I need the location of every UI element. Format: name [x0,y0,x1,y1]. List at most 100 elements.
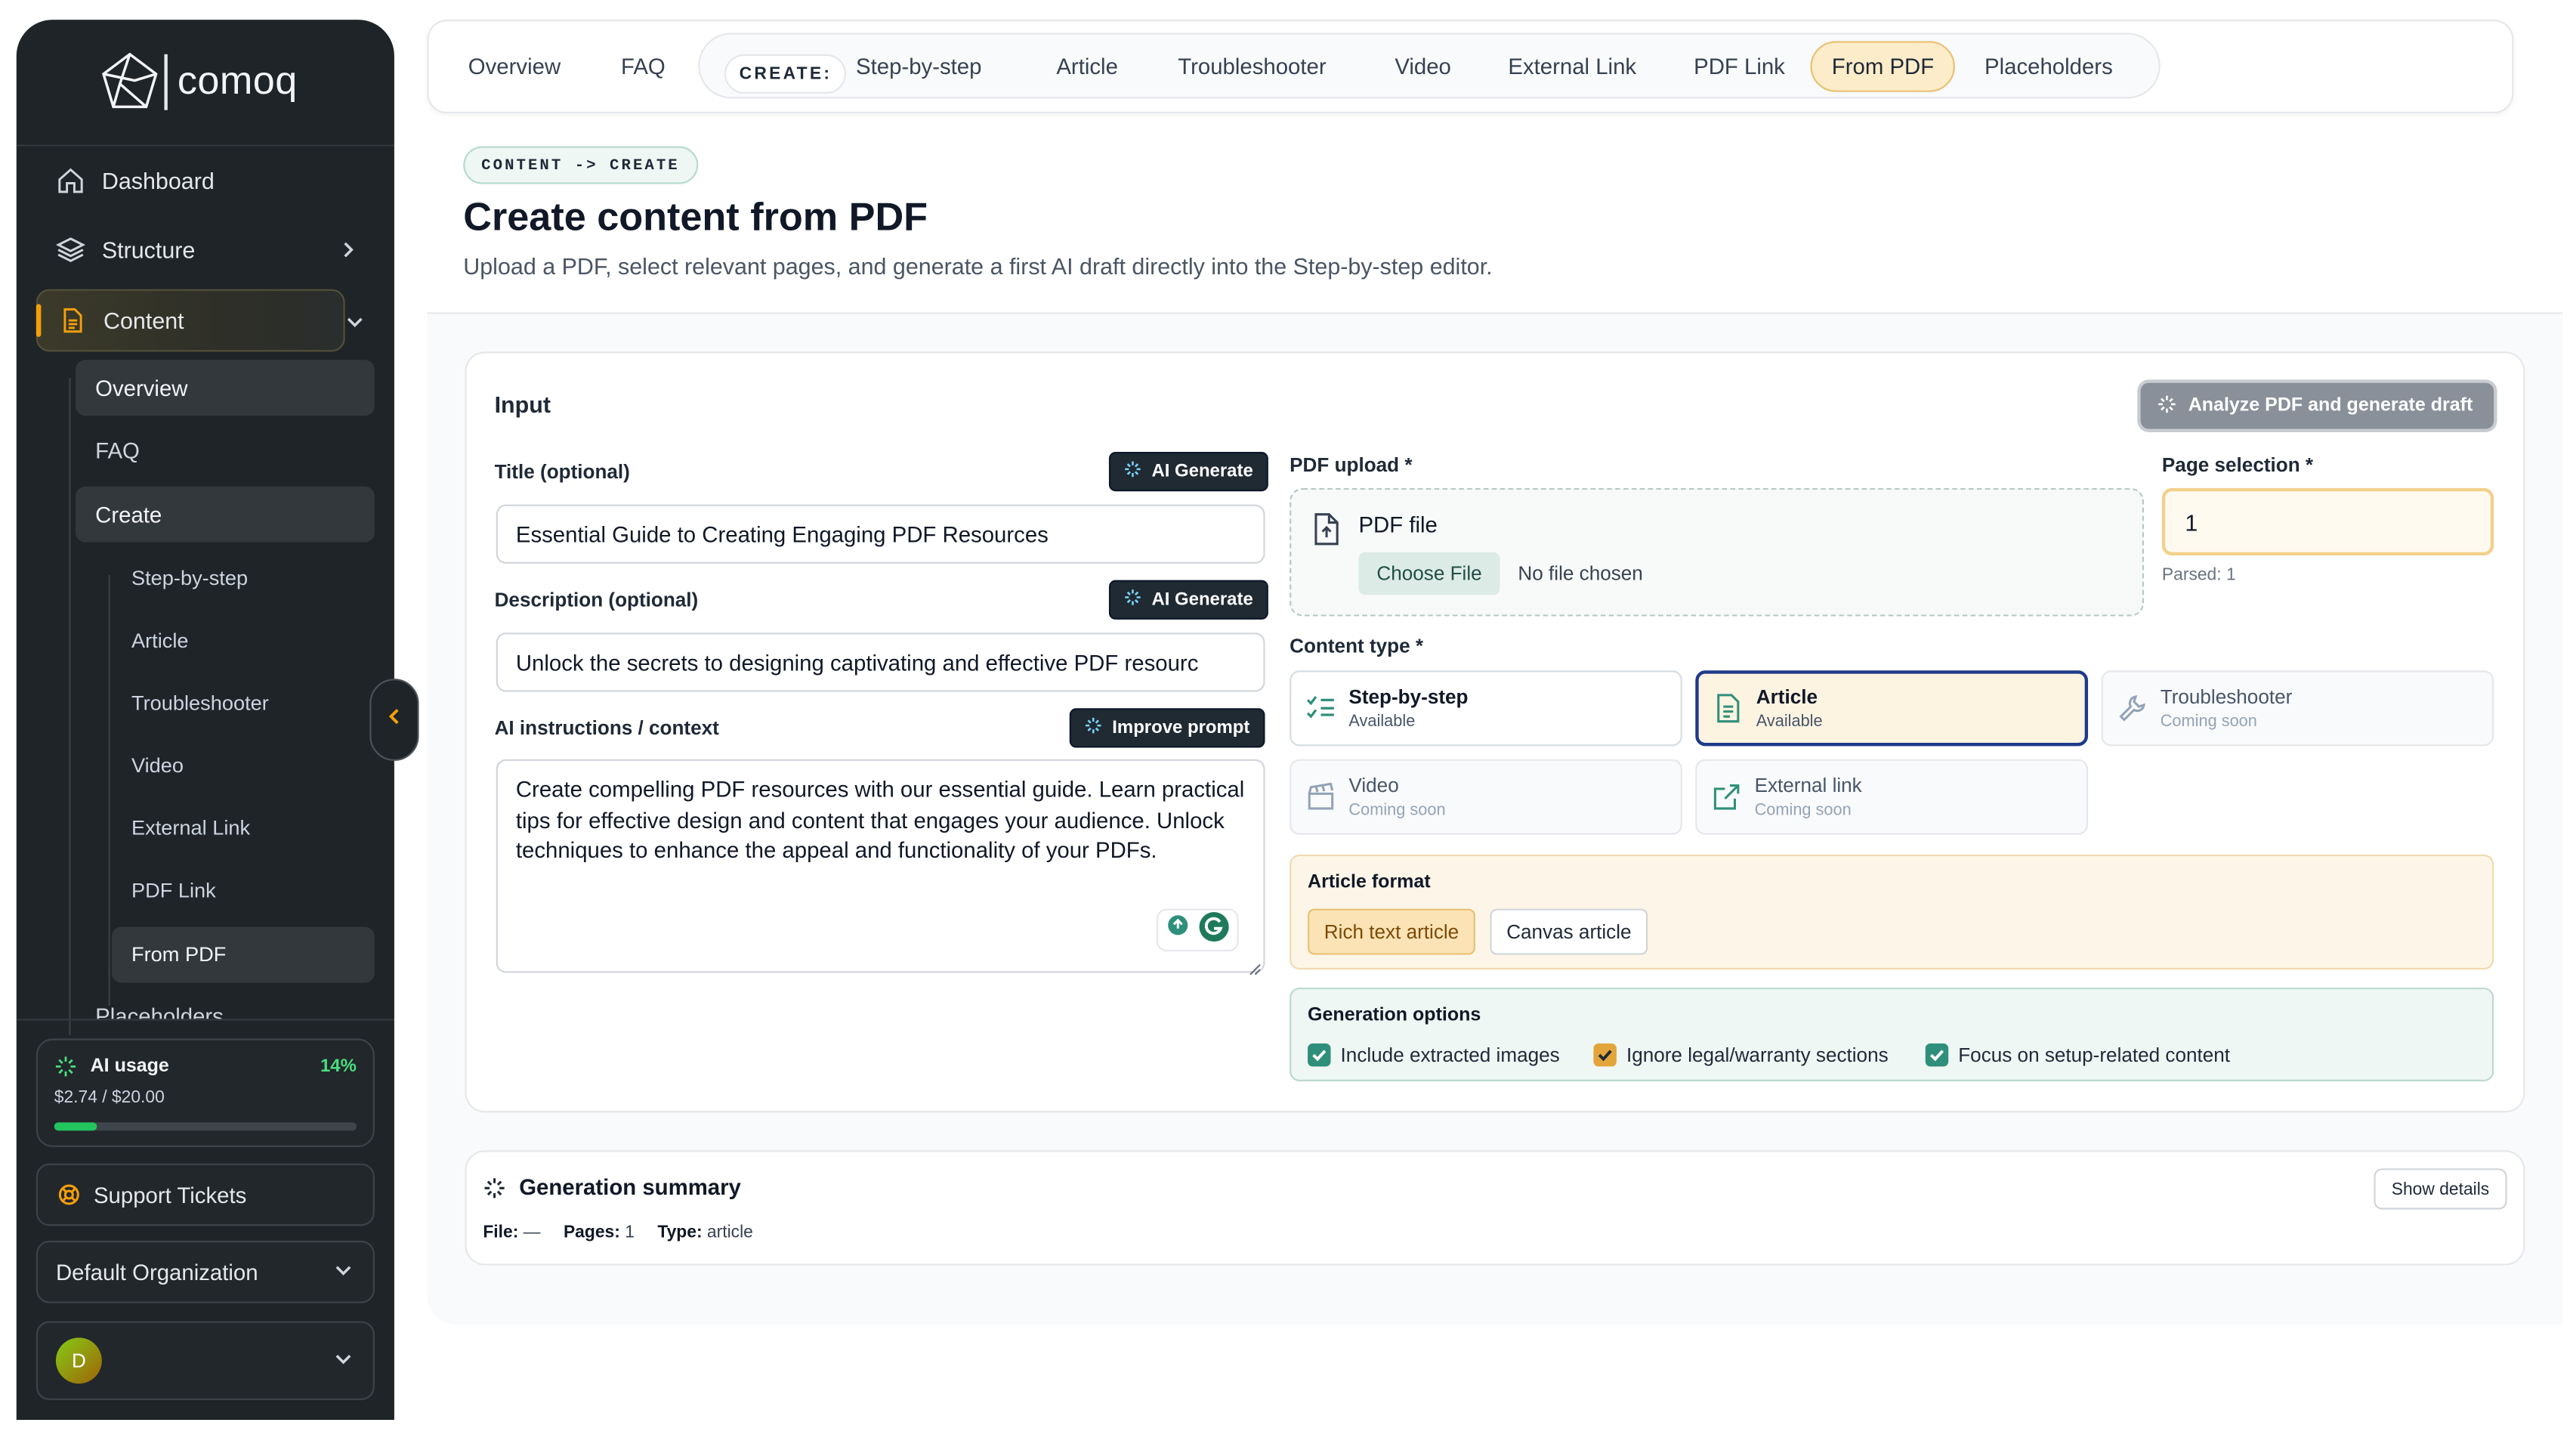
content-type-troubleshooter[interactable]: Troubleshooter Coming soon [2101,670,2494,747]
tab-troubleshooter[interactable]: Troubleshooter [1178,43,1326,89]
option-ignore-legal[interactable]: Ignore legal/warranty sections [1593,1043,1889,1067]
sidebar-item-step-by-step[interactable]: Step-by-step [112,551,375,607]
title-input-value: Essential Guide to Creating Engaging PDF… [515,521,1049,547]
tab-video[interactable]: Video [1395,43,1451,89]
sidebar-item-external-link[interactable]: External Link [112,800,375,856]
sidebar-item-video[interactable]: Video [112,738,375,793]
sparkle-icon [2157,394,2176,419]
ai-generate-description-button[interactable]: AI Generate [1108,580,1268,620]
sidebar-item-label: Dashboard [101,167,215,194]
format-canvas-button[interactable]: Canvas article [1490,908,1648,955]
user-menu[interactable]: D [36,1321,375,1400]
organization-label: Default Organization [55,1259,258,1285]
document-icon [54,302,91,339]
generation-options-panel: Generation options Include extracted ima… [1290,987,2494,1081]
collapse-sidebar-button[interactable] [369,679,419,761]
summary-file: File: — [483,1223,540,1242]
summary-type: Type: article [657,1223,753,1242]
sidebar-item-label: PDF Link [131,879,216,902]
content-type-step-by-step[interactable]: Step-by-step Available [1290,670,1682,747]
document-icon [1713,694,1743,731]
logo-separator [164,54,168,110]
page-selection-label: Page selection * [2161,453,2314,477]
improve-prompt-button[interactable]: Improve prompt [1069,708,1265,748]
sidebar-item-label: Content [103,307,184,334]
sidebar-item-label: External Link [131,816,251,840]
content-type-video[interactable]: Video Coming soon [1290,759,1682,835]
summary-pages-value: 1 [625,1222,635,1243]
sidebar-item-label: Placeholders [95,1004,224,1019]
checkbox-checked-icon[interactable] [1593,1043,1617,1067]
content-type-external-link[interactable]: External link Coming soon [1695,759,2089,835]
sidebar-item-troubleshooter[interactable]: Troubleshooter [112,676,375,731]
checkbox-checked-icon[interactable] [1925,1043,1949,1067]
tab-faq[interactable]: FAQ [621,43,666,89]
parsed-pages-text: Parsed: 1 [2161,565,2236,586]
tab-external-link[interactable]: External Link [1508,43,1636,89]
pdf-file-label: PDF file [1358,512,1438,538]
analyze-pdf-button[interactable]: Analyze PDF and generate draft [2140,382,2494,429]
textarea-extension-widget[interactable] [1156,908,1239,952]
option-focus-setup[interactable]: Focus on setup-related content [1925,1043,2231,1067]
description-input-value: Unlock the secrets to designing captivat… [515,650,1199,675]
article-format-label: Article format [1308,872,1431,892]
option-label: Ignore legal/warranty sections [1626,1043,1889,1067]
content-type-article[interactable]: Article Available [1695,670,2089,747]
ai-usage-progress [54,1122,357,1131]
option-label: Focus on setup-related content [1958,1043,2231,1067]
sidebar-item-article[interactable]: Article [112,613,375,669]
format-rich-text-button[interactable]: Rich text article [1308,908,1475,955]
title-input[interactable]: Essential Guide to Creating Engaging PDF… [496,504,1265,564]
chevron-down-icon [333,1260,353,1285]
ai-usage-card: AI usage 14% $2.74 / $20.00 [36,1038,375,1147]
sparkle-icon [1084,716,1102,739]
summary-type-label: Type: [657,1222,703,1243]
ai-generate-label: AI Generate [1151,589,1253,610]
choose-file-button[interactable]: Choose File [1358,552,1500,595]
ai-usage-percent: 14% [320,1056,357,1077]
tab-overview[interactable]: Overview [468,43,561,89]
tab-step-by-step[interactable]: Step-by-step [856,43,981,89]
tab-from-pdf[interactable]: From PDF [1810,41,1956,92]
support-tickets-button[interactable]: Support Tickets [36,1163,375,1226]
generation-summary-card [465,1150,2525,1266]
sidebar-item-dashboard[interactable]: Dashboard [36,151,375,210]
option-include-images[interactable]: Include extracted images [1308,1043,1560,1067]
checkbox-checked-icon[interactable] [1308,1043,1331,1067]
tab-placeholders[interactable]: Placeholders [1985,43,2113,89]
ai-generate-title-button[interactable]: AI Generate [1108,452,1268,492]
sidebar-item-content[interactable]: Content [36,289,345,352]
instructions-label: AI instructions / context [494,716,719,740]
sidebar-item-label: FAQ [95,438,140,463]
sidebar-item-structure[interactable]: Structure [36,220,375,279]
pdf-dropzone[interactable]: PDF file Choose File No file chosen [1290,487,2144,617]
generation-summary-title: Generation summary [519,1174,741,1200]
logo[interactable]: comoq [98,49,297,115]
generation-options-label: Generation options [1308,1005,1481,1026]
sidebar: comoq Dashboard Structure Content Overvi… [16,20,394,1420]
sidebar-item-pdf-link[interactable]: PDF Link [112,863,375,919]
resize-handle-icon[interactable] [1249,955,1262,985]
home-icon [53,162,89,199]
sidebar-item-from-pdf[interactable]: From PDF [111,926,375,983]
page-selection-input[interactable]: 1 [2161,487,2494,556]
chevron-down-icon[interactable] [338,305,371,338]
content-type-name: Troubleshooter [2160,685,2293,709]
instructions-textarea[interactable]: Create compelling PDF resources with our… [496,759,1265,973]
content-type-status: Available [1348,713,1416,731]
summary-pages-label: Pages: [563,1222,620,1243]
sidebar-item-faq[interactable]: FAQ [76,422,375,478]
description-input[interactable]: Unlock the secrets to designing captivat… [496,632,1265,692]
sidebar-item-create[interactable]: Create [76,486,375,543]
tab-pdf-link[interactable]: PDF Link [1694,43,1785,89]
sidebar-item-overview[interactable]: Overview [76,360,375,416]
avatar: D [55,1337,102,1384]
sidebar-item-label: Article [131,629,189,653]
show-details-button[interactable]: Show details [2374,1168,2507,1210]
sidebar-item-label: Video [131,754,184,778]
sidebar-item-placeholders[interactable]: Placeholders [76,1003,375,1019]
tab-article[interactable]: Article [1056,43,1118,89]
file-upload-icon [1311,513,1340,554]
external-link-icon [1712,782,1741,820]
organization-select[interactable]: Default Organization [36,1240,375,1303]
